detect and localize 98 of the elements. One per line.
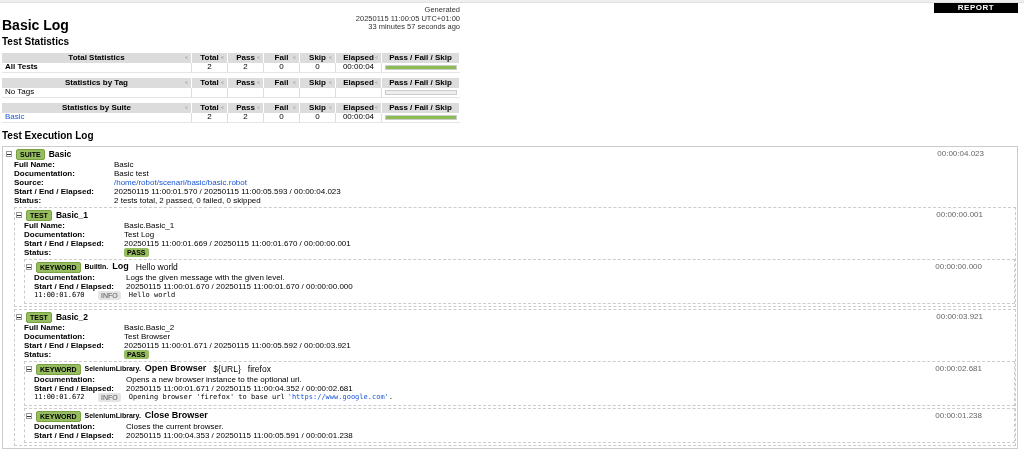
keyword-name[interactable]: Log <box>112 260 129 274</box>
column-header[interactable]: Total <box>192 77 228 88</box>
field-label: Start / End / Elapsed: <box>14 186 95 196</box>
column-header[interactable]: Skip <box>300 77 336 88</box>
column-header[interactable]: Skip <box>300 52 336 63</box>
column-header[interactable]: Total <box>192 52 228 63</box>
suite-link[interactable]: Basic <box>5 111 25 123</box>
suite-name[interactable]: Basic <box>48 147 72 161</box>
field-value: Closes the current browser. <box>126 421 224 431</box>
elapsed-time: 00:00:01.238 <box>935 410 982 422</box>
keyword-name[interactable]: Close Browser <box>144 409 208 423</box>
field-value: Basic.Basic_2 <box>124 322 175 332</box>
table-cell-text: 00:00:04 <box>342 62 375 73</box>
keyword-argument: ${URL} <box>213 362 241 376</box>
table-cell: 2 <box>207 111 212 123</box>
elapsed-time: 00:00:00.000 <box>935 261 982 273</box>
field-label: Documentation: <box>24 331 86 341</box>
field-value: 20250115 11:00:01.671 / 20250115 11:00:05.592 / 00:00:03.921 <box>124 340 351 350</box>
field-label: Start / End / Elapsed: <box>24 340 105 350</box>
column-header[interactable]: Pass / Fail / Skip <box>382 52 460 63</box>
elapsed-time: 00:00:03.921 <box>936 311 983 323</box>
column-header[interactable]: Total <box>192 102 228 113</box>
collapse-toggle[interactable] <box>16 314 22 320</box>
field-value: Opens a new browser instance to the optional url. <box>126 374 302 384</box>
field-value: 20250115 11:00:01.570 / 20250115 11:00:05.593 / 00:00:04.023 <box>114 186 341 196</box>
field-label: Start / End / Elapsed: <box>34 383 115 393</box>
report-button[interactable]: REPORT <box>934 3 1018 13</box>
field-label: Documentation: <box>34 374 96 384</box>
table-cell: 2 <box>243 111 248 123</box>
column-header[interactable]: Pass <box>228 52 264 63</box>
table-cell: 2 <box>243 61 248 73</box>
row-name: All Tests <box>5 61 38 73</box>
page-title: Basic Log <box>2 17 69 32</box>
column-header[interactable]: Statistics by Tag <box>2 77 192 88</box>
table-cell-text: 00:00:04 <box>342 112 375 123</box>
test-name[interactable]: Basic_2 <box>55 310 89 324</box>
column-header[interactable]: Skip <box>300 102 336 113</box>
field-label: Full Name: <box>24 322 66 332</box>
field-value: Logs the given message with the given level. <box>126 272 285 282</box>
field-label: Status: <box>14 195 43 205</box>
column-header[interactable]: Fail <box>264 77 300 88</box>
section-title: Test Statistics <box>2 34 71 49</box>
table-cell: 2 <box>207 61 212 73</box>
field-label: Documentation: <box>34 421 96 431</box>
row-name: No Tags <box>5 86 35 98</box>
table-cell: 0 <box>279 61 284 73</box>
column-header[interactable]: Statistics by Suite <box>2 102 192 113</box>
collapse-toggle[interactable] <box>26 366 32 372</box>
column-header[interactable]: Pass / Fail / Skip <box>382 77 460 88</box>
column-header[interactable]: Elapsed <box>336 52 382 63</box>
table-cell-text: 0 <box>315 62 320 73</box>
column-header[interactable]: Pass <box>228 102 264 113</box>
collapse-toggle[interactable] <box>16 212 22 218</box>
column-header[interactable]: Total Statistics <box>2 52 192 63</box>
field-value: Test Browser <box>124 331 171 341</box>
table-cell-text: 0 <box>315 112 320 123</box>
column-header[interactable]: Pass <box>228 77 264 88</box>
field-value: 2 tests total, 2 passed, 0 failed, 0 skipped <box>114 195 261 205</box>
elapsed-time: 00:00:00.001 <box>936 209 983 221</box>
field-value: 20250115 11:00:01.670 / 20250115 11:00:01.670 / 00:00:00.000 <box>126 281 353 291</box>
column-header[interactable]: Fail <box>264 52 300 63</box>
field-label: Start / End / Elapsed: <box>34 281 115 291</box>
column-header[interactable]: Pass / Fail / Skip <box>382 102 460 113</box>
field-label: Status: <box>24 247 53 257</box>
field-label: Full Name: <box>24 220 66 230</box>
field-value: Basic <box>114 159 134 169</box>
field-label: Status: <box>24 349 53 359</box>
pass-fail-skip-bar <box>385 114 457 120</box>
field-value: 20250115 11:00:01.671 / 20250115 11:00:04.352 / 00:00:02.681 <box>126 383 353 393</box>
field-label: Full Name: <box>14 159 56 169</box>
field-label: Start / End / Elapsed: <box>34 430 115 440</box>
field-label: Start / End / Elapsed: <box>24 238 105 248</box>
section-title: Test Execution Log <box>2 128 95 143</box>
field-value: Basic test <box>114 168 149 178</box>
pass-fail-skip-bar <box>385 64 457 70</box>
source-link[interactable]: /home/robot/scenari/basic/basic.robot <box>114 177 247 187</box>
collapse-toggle[interactable] <box>26 413 32 419</box>
keyword-argument: Hello world <box>135 260 178 274</box>
field-value: Test Log <box>124 229 155 239</box>
keyword-argument: firefox <box>247 362 271 376</box>
field-label: Documentation: <box>24 229 86 239</box>
collapse-toggle[interactable] <box>6 151 12 157</box>
test-name[interactable]: Basic_1 <box>55 208 89 222</box>
field-value: 20250115 11:00:01.669 / 20250115 11:00:01.670 / 00:00:00.001 <box>124 238 351 248</box>
keyword-name[interactable]: Open Browser <box>144 362 207 376</box>
elapsed-time: 00:00:02.681 <box>935 363 982 375</box>
field-label: Source: <box>14 177 45 187</box>
field-value: Basic.Basic_1 <box>124 220 175 230</box>
column-header[interactable]: Fail <box>264 102 300 113</box>
field-value: 20250115 11:00:04.353 / 20250115 11:00:05.591 / 00:00:01.238 <box>126 430 353 440</box>
table-cell: 0 <box>279 111 284 123</box>
pass-fail-skip-bar <box>385 89 457 95</box>
column-header[interactable]: Elapsed <box>336 77 382 88</box>
collapse-toggle[interactable] <box>26 264 32 270</box>
elapsed-time: 00:00:04.023 <box>937 148 984 160</box>
field-label: Documentation: <box>14 168 76 178</box>
field-label: Documentation: <box>34 272 96 282</box>
column-header[interactable]: Elapsed <box>336 102 382 113</box>
